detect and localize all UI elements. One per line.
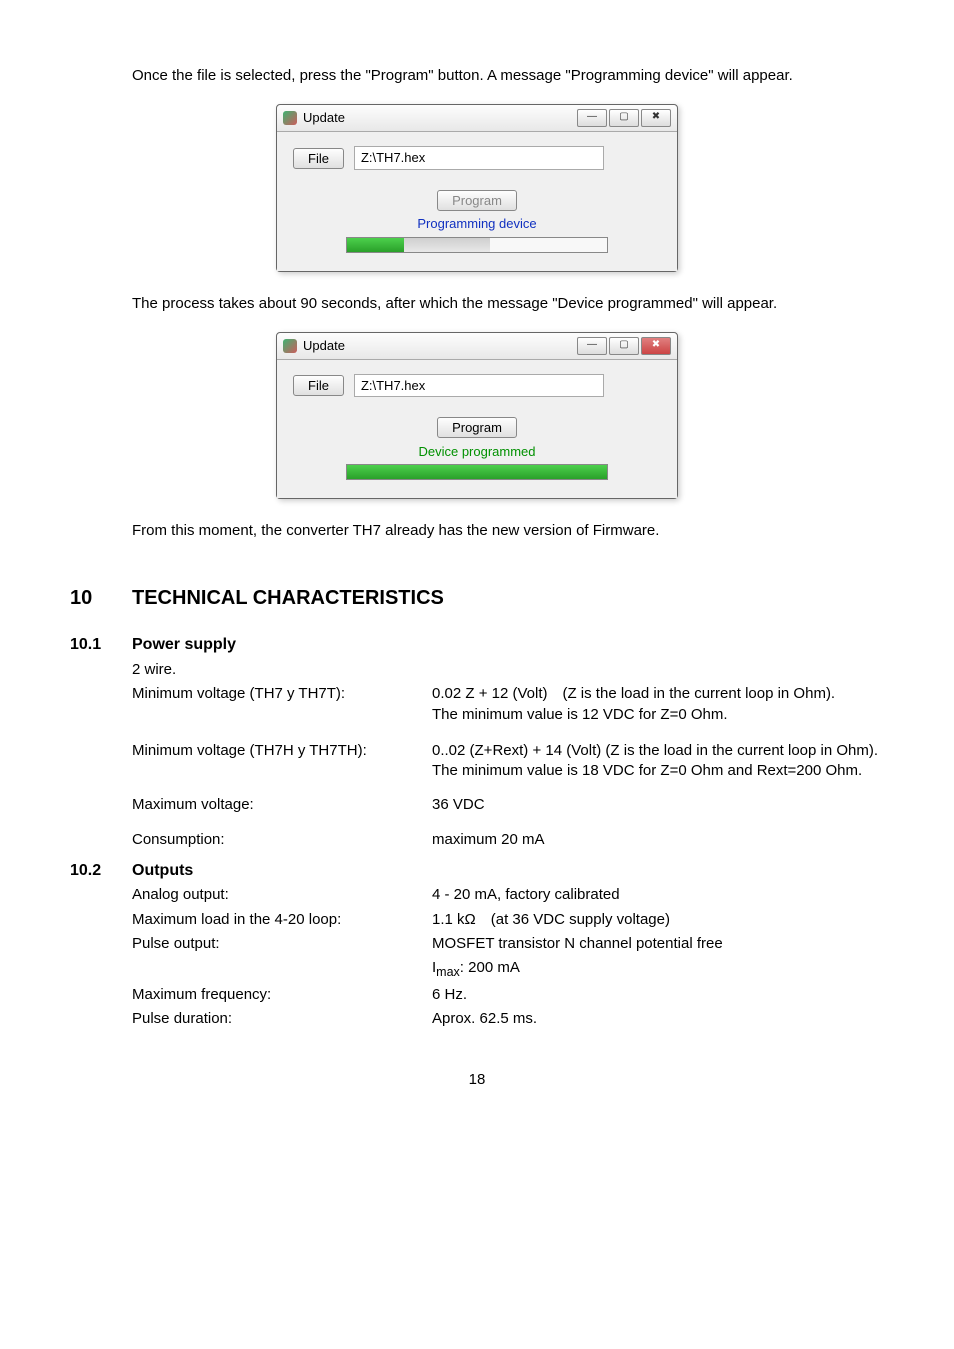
spec-row: 2 wire. xyxy=(132,660,884,680)
spec-label: Maximum load in the 4-20 loop: xyxy=(132,910,432,930)
file-button[interactable]: File xyxy=(293,375,344,396)
progress-fill-secondary xyxy=(404,238,490,252)
spec-label: Maximum frequency: xyxy=(132,985,432,1005)
app-icon xyxy=(283,339,297,353)
progress-bar xyxy=(346,464,608,480)
app-icon xyxy=(283,111,297,125)
close-icon[interactable]: ✖ xyxy=(641,337,671,355)
paragraph: From this moment, the converter TH7 alre… xyxy=(132,521,884,541)
titlebar: Update — ▢ ✖ xyxy=(277,105,677,132)
section-title: TECHNICAL CHARACTERISTICS xyxy=(132,585,444,612)
spec-value: maximum 20 mA xyxy=(432,830,884,850)
spec-label: 2 wire. xyxy=(132,660,432,680)
window-controls: — ▢ ✖ xyxy=(577,337,671,355)
spec-row: Maximum frequency:6 Hz. xyxy=(132,985,884,1005)
titlebar: Update — ▢ ✖ xyxy=(277,333,677,360)
spec-label: Pulse duration: xyxy=(132,1009,432,1029)
progress-bar xyxy=(346,237,608,253)
spec-value: 4 - 20 mA, factory calibrated xyxy=(432,885,884,905)
spec-label: Minimum voltage (TH7H y TH7TH): xyxy=(132,741,432,761)
spec-value: 0.02 Z + 12 (Volt) (Z is the load in the… xyxy=(432,684,884,725)
paragraph: The process takes about 90 seconds, afte… xyxy=(132,294,884,314)
dialog-screenshot-programming: Update — ▢ ✖ File Z:\TH7.hex Program Pro… xyxy=(70,104,884,271)
spec-row: Maximum load in the 4-20 loop:1.1 kΩ (at… xyxy=(132,910,884,930)
spec-label: Consumption: xyxy=(132,830,432,850)
spec-list-outputs: Analog output:4 - 20 mA, factory calibra… xyxy=(132,885,884,1029)
spec-value: MOSFET transistor N channel potential fr… xyxy=(432,934,884,954)
subsection-number: 10.1 xyxy=(70,634,108,656)
spec-value: Aprox. 62.5 ms. xyxy=(432,1009,884,1029)
spec-row: Minimum voltage (TH7 y TH7T):0.02 Z + 12… xyxy=(132,684,884,725)
spec-row: Imax: 200 mA xyxy=(132,958,884,981)
spec-row: Analog output:4 - 20 mA, factory calibra… xyxy=(132,885,884,905)
window-controls: — ▢ ✖ xyxy=(577,109,671,127)
section-number: 10 xyxy=(70,585,108,612)
file-path-field[interactable]: Z:\TH7.hex xyxy=(354,146,604,170)
spec-list-power: 2 wire. Minimum voltage (TH7 y TH7T):0.02… xyxy=(132,660,884,850)
spec-value: 36 VDC xyxy=(432,795,884,815)
spec-value: 6 Hz. xyxy=(432,985,884,1005)
minimize-icon[interactable]: — xyxy=(577,109,607,127)
dialog-screenshot-programmed: Update — ▢ ✖ File Z:\TH7.hex Program Dev… xyxy=(70,332,884,499)
progress-fill xyxy=(347,238,404,252)
file-path-field[interactable]: Z:\TH7.hex xyxy=(354,374,604,398)
subsection-number: 10.2 xyxy=(70,860,108,882)
paragraph: Once the file is selected, press the "Pr… xyxy=(132,66,884,86)
maximize-icon[interactable]: ▢ xyxy=(609,337,639,355)
dialog-window: Update — ▢ ✖ File Z:\TH7.hex Program Pro… xyxy=(276,104,678,271)
page-number: 18 xyxy=(70,1070,884,1090)
subsection-title: Outputs xyxy=(132,860,193,882)
spec-label: Maximum voltage: xyxy=(132,795,432,815)
program-button[interactable]: Program xyxy=(437,417,517,438)
subsection-title: Power supply xyxy=(132,634,236,656)
spec-row: Pulse duration:Aprox. 62.5 ms. xyxy=(132,1009,884,1029)
spec-row: Pulse output:MOSFET transistor N channel… xyxy=(132,934,884,954)
spec-value: Imax: 200 mA xyxy=(432,958,884,981)
progress-fill xyxy=(347,465,607,479)
spec-value: 0..02 (Z+Rext) + 14 (Volt) (Z is the loa… xyxy=(432,741,884,782)
minimize-icon[interactable]: — xyxy=(577,337,607,355)
spec-row: Maximum voltage:36 VDC xyxy=(132,795,884,815)
dialog-window: Update — ▢ ✖ File Z:\TH7.hex Program Dev… xyxy=(276,332,678,499)
program-button: Program xyxy=(437,190,517,211)
maximize-icon[interactable]: ▢ xyxy=(609,109,639,127)
status-text: Programming device xyxy=(293,215,661,233)
close-icon[interactable]: ✖ xyxy=(641,109,671,127)
spec-label: Pulse output: xyxy=(132,934,432,954)
spec-label: Analog output: xyxy=(132,885,432,905)
spec-label: Minimum voltage (TH7 y TH7T): xyxy=(132,684,432,704)
status-text: Device programmed xyxy=(293,443,661,461)
spec-value: 1.1 kΩ (at 36 VDC supply voltage) xyxy=(432,910,884,930)
window-title: Update xyxy=(303,109,345,127)
window-title: Update xyxy=(303,337,345,355)
spec-row: Minimum voltage (TH7H y TH7TH):0..02 (Z+… xyxy=(132,741,884,782)
file-button[interactable]: File xyxy=(293,148,344,169)
spec-row: Consumption:maximum 20 mA xyxy=(132,830,884,850)
